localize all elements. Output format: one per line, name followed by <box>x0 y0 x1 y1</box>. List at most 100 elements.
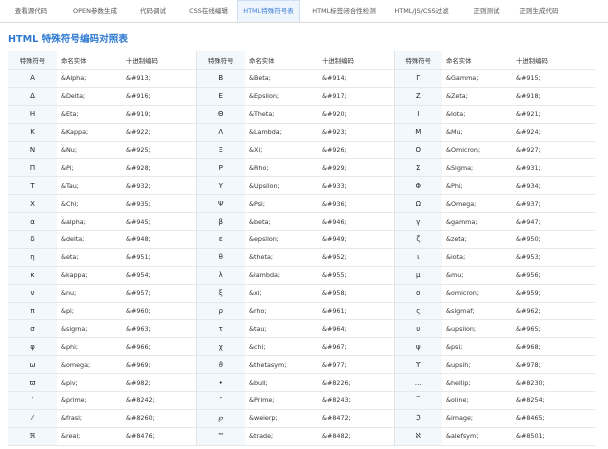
cell-decimal: &#921; <box>512 105 595 124</box>
cell-entity: &prime; <box>57 391 122 410</box>
cell-decimal: &#961; <box>318 302 394 321</box>
cell-entity: &Upsilon; <box>245 176 318 196</box>
cell-symbol: Δ <box>8 87 57 106</box>
cell-symbol: Ι <box>393 105 442 124</box>
cell-decimal: &#913; <box>122 69 196 88</box>
tab-3[interactable]: CSS在线编辑 <box>180 0 237 22</box>
cell-entity: &Mu; <box>442 123 512 142</box>
cell-decimal: &#8243; <box>318 391 394 410</box>
header-entity-2: 命名实体 <box>245 51 318 70</box>
cell-decimal: &#931; <box>512 158 595 178</box>
cell-decimal: &#982; <box>122 373 196 393</box>
cell-entity: &iota; <box>442 248 512 267</box>
cell-entity: &weierp; <box>245 409 318 428</box>
cell-symbol: Π <box>8 158 57 178</box>
cell-entity: &hellip; <box>442 373 512 393</box>
cell-decimal: &#978; <box>512 355 595 375</box>
table-row: ϖ &piv; &#982; • &bull; &#8226;… &hellip; &#823… <box>8 373 595 393</box>
header-symbol-2: 特殊符号 <box>195 51 245 70</box>
table-row: π &pi; &#960; ρ &rho; &#961; ς &sigmaf; &#962; <box>8 302 595 321</box>
cell-entity: &Zeta; <box>442 87 512 106</box>
cell-symbol: υ <box>393 319 442 339</box>
header-decimal-2: 十进制编码 <box>318 51 394 70</box>
cell-symbol: Κ <box>8 123 57 142</box>
tab-2[interactable]: 代码调试 <box>129 0 177 22</box>
cell-symbol: ‾ <box>393 391 442 410</box>
cell-entity: &Gamma; <box>442 69 512 88</box>
cell-entity: &chi; <box>245 337 318 357</box>
cell-entity: &psi; <box>442 337 512 357</box>
cell-decimal: &#8501; <box>512 427 595 446</box>
cell-entity: &xi; <box>245 284 318 303</box>
cell-entity: &sigma; <box>57 319 122 339</box>
cell-entity: &Sigma; <box>442 158 512 178</box>
cell-decimal: &#946; <box>318 212 394 232</box>
cell-decimal: &#965; <box>512 319 595 339</box>
cell-symbol: ψ <box>393 337 442 357</box>
cell-symbol: Ζ <box>393 87 442 106</box>
cell-entity: &Eta; <box>57 105 122 124</box>
tab-5[interactable]: HTML标签闭合性检测 <box>305 0 383 22</box>
cell-symbol: ς <box>393 302 442 321</box>
cell-entity: &beta; <box>245 212 318 232</box>
cell-entity: &upsilon; <box>442 319 512 339</box>
cell-symbol: Ξ <box>195 141 245 160</box>
cell-symbol: ℘ <box>195 409 245 428</box>
cell-symbol: Ε <box>195 87 245 106</box>
cell-decimal: &#929; <box>318 158 394 178</box>
cell-symbol: Λ <box>195 123 245 142</box>
cell-symbol: ϒ <box>393 355 442 375</box>
cell-symbol: τ <box>195 319 245 339</box>
cell-symbol: ℑ <box>393 409 442 428</box>
tab-7[interactable]: 正则测试 <box>462 0 511 22</box>
page-title: HTML 特殊符号编码对照表 <box>8 34 128 45</box>
cell-decimal: &#920; <box>318 105 394 124</box>
cell-entity: &epsilon; <box>245 230 318 249</box>
tab-4[interactable]: HTML特殊符号表 <box>237 0 300 22</box>
cell-entity: &alefsym; <box>442 427 512 446</box>
cell-symbol: χ <box>195 337 245 357</box>
cell-symbol: Β <box>195 69 245 88</box>
cell-decimal: &#916; <box>122 87 196 106</box>
header-entity-3: 命名实体 <box>442 51 512 70</box>
cell-entity: &Lambda; <box>245 123 318 142</box>
cell-decimal: &#8472; <box>318 409 394 428</box>
cell-decimal: &#947; <box>512 212 595 232</box>
cell-entity: &oline; <box>442 391 512 410</box>
cell-decimal: &#950; <box>512 230 595 249</box>
cell-entity: &gamma; <box>442 212 512 232</box>
cell-decimal: &#951; <box>122 248 196 267</box>
table-row: η &eta; &#951; θ &theta; &#952; ι &iota; &#953; <box>8 248 595 267</box>
cell-entity: &delta; <box>57 230 122 249</box>
cell-decimal: &#914; <box>318 69 394 88</box>
cell-symbol: ϖ <box>8 373 57 393</box>
cell-entity: &nu; <box>57 284 122 303</box>
cell-symbol: ο <box>393 284 442 303</box>
cell-symbol: Τ <box>8 176 57 196</box>
cell-symbol: Ν <box>8 141 57 160</box>
cell-decimal: &#962; <box>512 302 595 321</box>
cell-decimal: &#936; <box>318 194 394 214</box>
tab-6[interactable]: HTML/JS/CSS过滤 <box>388 0 455 22</box>
table-row: Τ &Tau; &#932; Υ &Upsilon; &#933; Φ &Phi; &#934; <box>8 176 595 196</box>
cell-symbol: Χ <box>8 194 57 214</box>
cell-entity: &mu; <box>442 266 512 285</box>
header-decimal-3: 十进制编码 <box>512 51 595 70</box>
cell-entity: &lambda; <box>245 266 318 285</box>
cell-decimal: &#8230; <box>512 373 595 393</box>
cell-decimal: &#922; <box>122 123 196 142</box>
cell-decimal: &#925; <box>122 141 196 160</box>
cell-entity: &Tau; <box>57 176 122 196</box>
cell-decimal: &#964; <box>318 319 394 339</box>
cell-decimal: &#915; <box>512 69 595 88</box>
cell-symbol: ℵ <box>393 427 442 446</box>
cell-symbol: η <box>8 248 57 267</box>
cell-decimal: &#923; <box>318 123 394 142</box>
tab-1[interactable]: OPEN参数生成 <box>64 0 126 22</box>
cell-symbol: ι <box>393 248 442 267</box>
tab-8[interactable]: 正则生成代码 <box>513 0 565 22</box>
cell-entity: &Omega; <box>442 194 512 214</box>
cell-entity: &image; <box>442 409 512 428</box>
tab-0[interactable]: 查看源代码 <box>3 0 59 22</box>
cell-entity: &Theta; <box>245 105 318 124</box>
